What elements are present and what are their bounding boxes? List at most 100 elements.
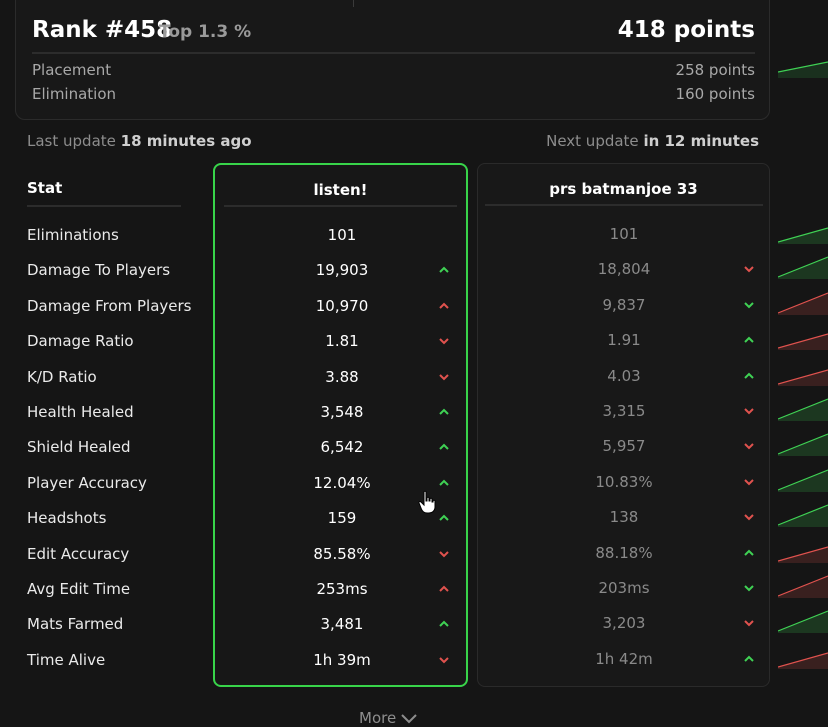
- more-label: More: [359, 709, 397, 727]
- chevron-up-icon: [439, 266, 449, 274]
- stat-value: 159: [327, 509, 357, 528]
- stat-label: Time Alive: [27, 650, 106, 669]
- sparkline-fragment: [778, 504, 828, 528]
- stat-label: K/D Ratio: [27, 367, 97, 386]
- chevron-down-icon: [439, 338, 449, 345]
- stat-value: 85.58%: [313, 544, 371, 563]
- stat-value: 5,957: [602, 437, 646, 456]
- player-header-divider: [485, 204, 763, 206]
- card-divider: [353, 0, 354, 7]
- sparkline-fragment: [778, 292, 828, 315]
- stat-value: 3.88: [325, 367, 359, 386]
- chevron-down-icon: [744, 514, 754, 521]
- player-column-batmanjoe[interactable]: prs batmanjoe 33 101 18,804 9,837 1.91 4.03 3…: [477, 163, 770, 687]
- player-name: listen!: [313, 181, 368, 199]
- placement-label: Placement: [32, 61, 112, 79]
- app-root: Rank #458 Top 1.3 % 418 points Placement…: [0, 0, 828, 727]
- placement-row: Placement 258 points: [32, 61, 755, 79]
- chevron-up-icon: [744, 655, 754, 662]
- stat-value: 3,548: [320, 403, 364, 421]
- stat-value: 101: [327, 226, 357, 244]
- elimination-label: Elimination: [32, 85, 117, 103]
- elimination-value: 160 points: [675, 85, 755, 103]
- stat-value: 253ms: [316, 580, 368, 598]
- more-button[interactable]: More: [359, 709, 418, 727]
- stat-value: 19,903: [315, 261, 369, 280]
- sparkline-fragment: [778, 61, 828, 78]
- stat-header: Stat: [27, 179, 63, 197]
- stat-value: 3,203: [602, 614, 646, 633]
- stat-label: Damage Ratio: [27, 332, 134, 351]
- chevron-down-icon: [744, 302, 754, 309]
- sparkline-fragment: [778, 333, 828, 351]
- placement-value: 258 points: [675, 61, 755, 79]
- stat-value: 6,542: [320, 438, 364, 457]
- stat-label: Shield Healed: [27, 438, 131, 457]
- stat-value: 138: [609, 508, 639, 527]
- stat-header-divider: [27, 205, 181, 207]
- chevron-down-icon: [744, 479, 754, 486]
- stat-label: Headshots: [27, 509, 107, 528]
- chevron-down-icon: [401, 714, 417, 724]
- elimination-row: Elimination 160 points: [32, 85, 755, 103]
- stat-value: 3,481: [320, 615, 364, 634]
- player-name: prs batmanjoe 33: [549, 180, 698, 198]
- chevron-down-icon: [744, 266, 754, 273]
- chevron-up-icon: [439, 443, 449, 451]
- sparkline-fragment: [778, 433, 828, 457]
- chevron-down-icon: [744, 408, 754, 415]
- stat-value: 1.91: [607, 331, 641, 350]
- stat-label: Edit Accuracy: [27, 544, 130, 563]
- stat-value: 10.83%: [595, 472, 653, 491]
- stat-value: 3,315: [602, 402, 646, 420]
- stat-value: 1h 39m: [313, 650, 371, 669]
- sparkline-fragment: [778, 227, 828, 244]
- stat-value: 4.03: [607, 366, 641, 385]
- stat-label: Damage From Players: [27, 296, 192, 315]
- chevron-down-icon: [439, 657, 449, 664]
- chevron-down-icon: [744, 585, 754, 592]
- last-update-value: 18 minutes ago: [120, 132, 252, 150]
- chevron-up-icon: [744, 549, 754, 556]
- stat-value: 9,837: [602, 295, 646, 314]
- chevron-up-icon: [439, 408, 449, 415]
- stat-label: Damage To Players: [27, 261, 171, 280]
- stat-value: 203ms: [598, 579, 650, 597]
- chevron-up-icon: [439, 514, 449, 521]
- stat-label: Mats Farmed: [27, 615, 124, 634]
- sparkline-fragment: [778, 256, 828, 280]
- next-update-prefix: Next update: [546, 132, 639, 150]
- rank-total-points: 418 points: [617, 17, 755, 43]
- sparkline-fragment: [778, 546, 828, 563]
- next-update: Next update in 12 minutes: [546, 132, 759, 150]
- rank-divider: [32, 52, 755, 54]
- stat-value: 1.81: [325, 332, 359, 351]
- stat-value: 12.04%: [313, 473, 371, 492]
- chevron-up-icon: [744, 372, 754, 379]
- chevron-up-icon: [439, 479, 449, 486]
- chevron-up-icon: [439, 302, 449, 309]
- stat-label: Player Accuracy: [27, 473, 147, 492]
- last-update-prefix: Last update: [27, 132, 116, 150]
- chevron-up-icon: [744, 336, 754, 343]
- stat-value: 1h 42m: [595, 649, 653, 668]
- rank-card: Rank #458 Top 1.3 % 418 points Placement…: [15, 0, 770, 120]
- chevron-down-icon: [439, 550, 449, 558]
- stat-label: Health Healed: [27, 403, 134, 421]
- rank-title: Rank #458: [32, 17, 173, 43]
- chevron-down-icon: [439, 373, 449, 381]
- chevron-down-icon: [744, 443, 754, 450]
- player-column-listen[interactable]: listen! 101 19,903 10,970 1.81 3.88 3,548 6,54…: [213, 163, 468, 687]
- chevron-up-icon: [439, 585, 449, 592]
- rank-top-percent: Top 1.3 %: [159, 22, 252, 42]
- hand-pointer-icon: [418, 490, 436, 514]
- player-header-divider: [224, 205, 457, 207]
- stat-value: 18,804: [597, 260, 651, 279]
- sparkline-fragment: [778, 398, 828, 421]
- stat-label: Eliminations: [27, 226, 119, 244]
- stat-value: 101: [609, 225, 639, 243]
- stat-value: 10,970: [315, 296, 369, 315]
- stat-value: 88.18%: [595, 543, 653, 562]
- last-update: Last update 18 minutes ago: [27, 132, 252, 150]
- next-update-value: in 12 minutes: [643, 132, 759, 150]
